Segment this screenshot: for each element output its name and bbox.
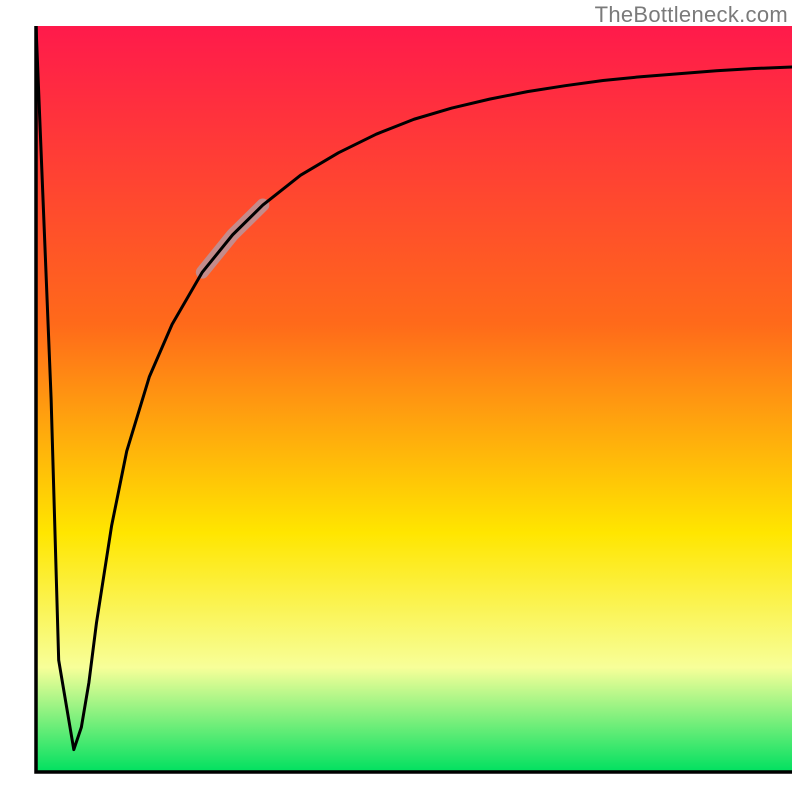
gradient-background xyxy=(36,26,792,772)
bottleneck-chart xyxy=(0,0,800,800)
chart-container: { "attribution": "TheBottleneck.com", "c… xyxy=(0,0,800,800)
